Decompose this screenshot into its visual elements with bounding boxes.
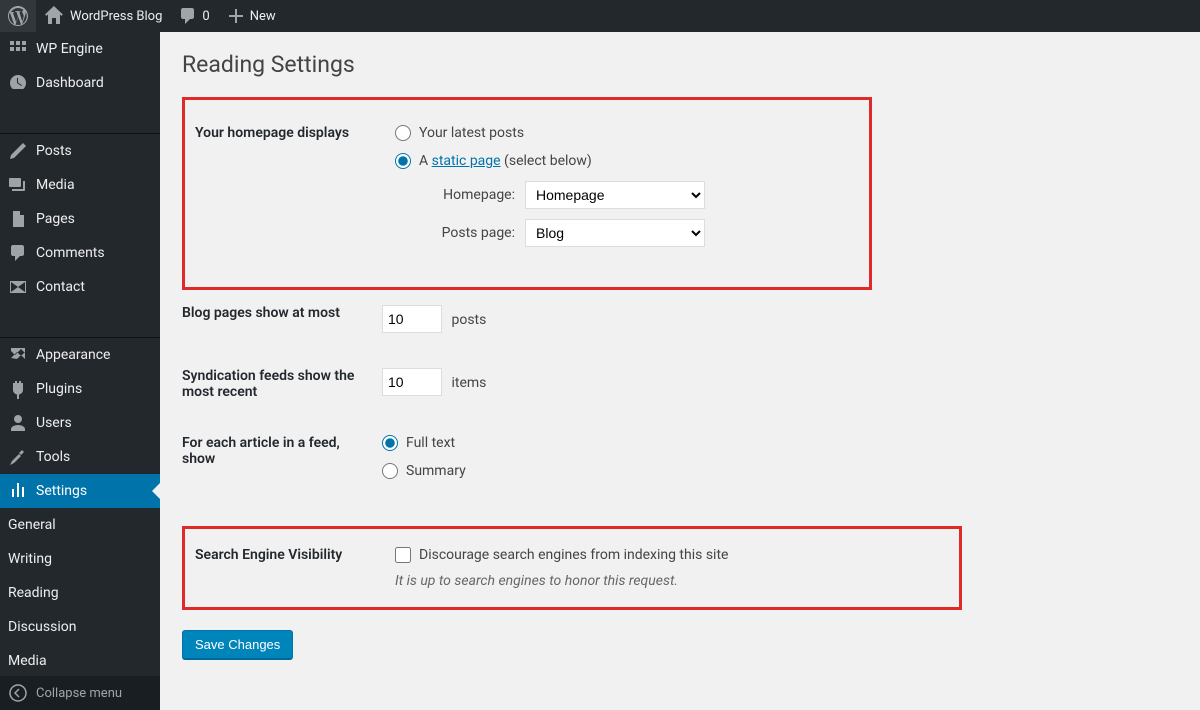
postspage-select[interactable]: Blog	[525, 219, 705, 247]
radio-full-text[interactable]	[382, 435, 398, 451]
menu-separator	[0, 304, 160, 338]
sidebar-item-contact[interactable]: Contact	[0, 270, 160, 304]
sidebar-item-dashboard[interactable]: Dashboard	[0, 66, 160, 100]
homepage-select[interactable]: Homepage	[525, 181, 705, 209]
syndication-label: Syndication feeds show the most recent	[182, 368, 382, 400]
syndication-suffix: items	[451, 375, 486, 391]
syndication-input[interactable]	[382, 368, 442, 396]
admin-toolbar: WordPress Blog 0 New	[0, 0, 1200, 32]
site-name-label: WordPress Blog	[70, 9, 162, 24]
dashboard-icon	[8, 73, 28, 93]
tools-icon	[8, 447, 28, 467]
page-title: Reading Settings	[182, 42, 1160, 82]
radio-summary[interactable]	[382, 463, 398, 479]
new-content-label: New	[250, 9, 276, 24]
blogpages-suffix: posts	[451, 312, 486, 328]
sidebar-item-plugins[interactable]: Plugins	[0, 372, 160, 406]
sidebar-item-comments[interactable]: Comments	[0, 236, 160, 270]
sidebar-item-tools[interactable]: Tools	[0, 440, 160, 474]
radio-static-page-label: A static page (select below)	[419, 153, 592, 169]
settings-icon	[8, 481, 28, 501]
plus-icon	[226, 6, 246, 26]
collapse-menu-button[interactable]: Collapse menu	[0, 676, 160, 710]
new-content-link[interactable]: New	[218, 0, 284, 32]
radio-static-page[interactable]	[395, 153, 411, 169]
comments-link[interactable]: 0	[170, 0, 217, 32]
sidebar-item-settings[interactable]: Settings	[0, 474, 160, 508]
submenu-discussion[interactable]: Discussion	[0, 610, 160, 644]
media-icon	[8, 175, 28, 195]
menu-separator	[0, 100, 160, 134]
pages-icon	[8, 209, 28, 229]
wp-logo[interactable]	[0, 0, 36, 32]
appearance-icon	[8, 345, 28, 365]
wpengine-icon	[8, 39, 28, 59]
submenu-reading[interactable]: Reading	[0, 576, 160, 610]
site-name-link[interactable]: WordPress Blog	[36, 0, 170, 32]
comment-count: 0	[202, 9, 209, 24]
home-icon	[44, 6, 64, 26]
submenu-media[interactable]: Media	[0, 644, 160, 678]
sidebar-item-appearance[interactable]: Appearance	[0, 338, 160, 372]
submenu-general[interactable]: General	[0, 508, 160, 542]
sidebar-item-media[interactable]: Media	[0, 168, 160, 202]
sidebar-item-wpengine[interactable]: WP Engine	[0, 32, 160, 66]
wordpress-icon	[8, 6, 28, 26]
comments-icon	[8, 243, 28, 263]
sidebar-item-users[interactable]: Users	[0, 406, 160, 440]
homepage-displays-highlight: Your homepage displays Your latest posts…	[182, 97, 872, 290]
blogpages-input[interactable]	[382, 305, 442, 333]
feed-label: For each article in a feed, show	[182, 435, 382, 467]
radio-summary-label: Summary	[406, 463, 466, 479]
collapse-icon	[8, 683, 28, 703]
submenu-writing[interactable]: Writing	[0, 542, 160, 576]
search-visibility-highlight: Search Engine Visibility Discourage sear…	[182, 526, 962, 610]
radio-full-text-label: Full text	[406, 435, 455, 451]
search-visibility-description: It is up to search engines to honor this…	[395, 573, 939, 589]
posts-icon	[8, 141, 28, 161]
radio-latest-posts-label: Your latest posts	[419, 125, 524, 141]
postspage-select-label: Posts page:	[415, 225, 515, 241]
comment-icon	[178, 6, 198, 26]
users-icon	[8, 413, 28, 433]
search-visibility-label: Search Engine Visibility	[195, 547, 395, 563]
contact-icon	[8, 277, 28, 297]
sidebar-item-posts[interactable]: Posts	[0, 134, 160, 168]
radio-latest-posts[interactable]	[395, 125, 411, 141]
plugins-icon	[8, 379, 28, 399]
admin-sidebar: WP Engine Dashboard Posts Media Pages Co…	[0, 32, 160, 710]
homepage-select-label: Homepage:	[415, 187, 515, 203]
search-visibility-checkbox[interactable]	[395, 547, 411, 563]
sidebar-item-pages[interactable]: Pages	[0, 202, 160, 236]
search-visibility-checkbox-label: Discourage search engines from indexing …	[419, 547, 728, 563]
static-page-link[interactable]: static page	[432, 153, 501, 169]
save-changes-button[interactable]: Save Changes	[182, 630, 293, 660]
blogpages-label: Blog pages show at most	[182, 305, 382, 321]
homepage-displays-label: Your homepage displays	[195, 125, 395, 141]
